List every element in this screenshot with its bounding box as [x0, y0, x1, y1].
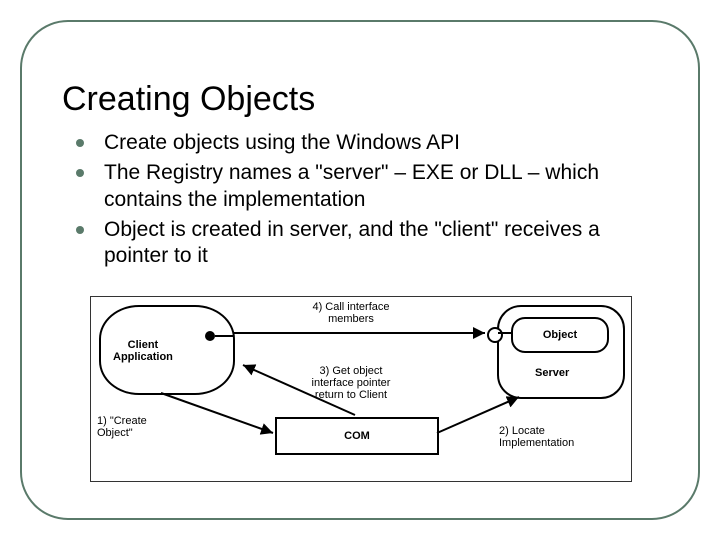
bullet-list: Create objects using the Windows API The… — [76, 130, 650, 273]
slide-title: Creating Objects — [62, 80, 315, 119]
bullet-text: Create objects using the Windows API — [104, 130, 460, 156]
bullet-text: Object is created in server, and the "cl… — [104, 217, 650, 270]
list-item: Object is created in server, and the "cl… — [76, 217, 650, 270]
diagram-arrows-icon — [91, 297, 631, 481]
bullet-icon — [76, 169, 84, 177]
diagram: Client Application Object Server COM 4) … — [90, 296, 632, 482]
list-item: Create objects using the Windows API — [76, 130, 650, 156]
bullet-icon — [76, 226, 84, 234]
bullet-text: The Registry names a "server" – EXE or D… — [104, 160, 650, 213]
list-item: The Registry names a "server" – EXE or D… — [76, 160, 650, 213]
bullet-icon — [76, 139, 84, 147]
